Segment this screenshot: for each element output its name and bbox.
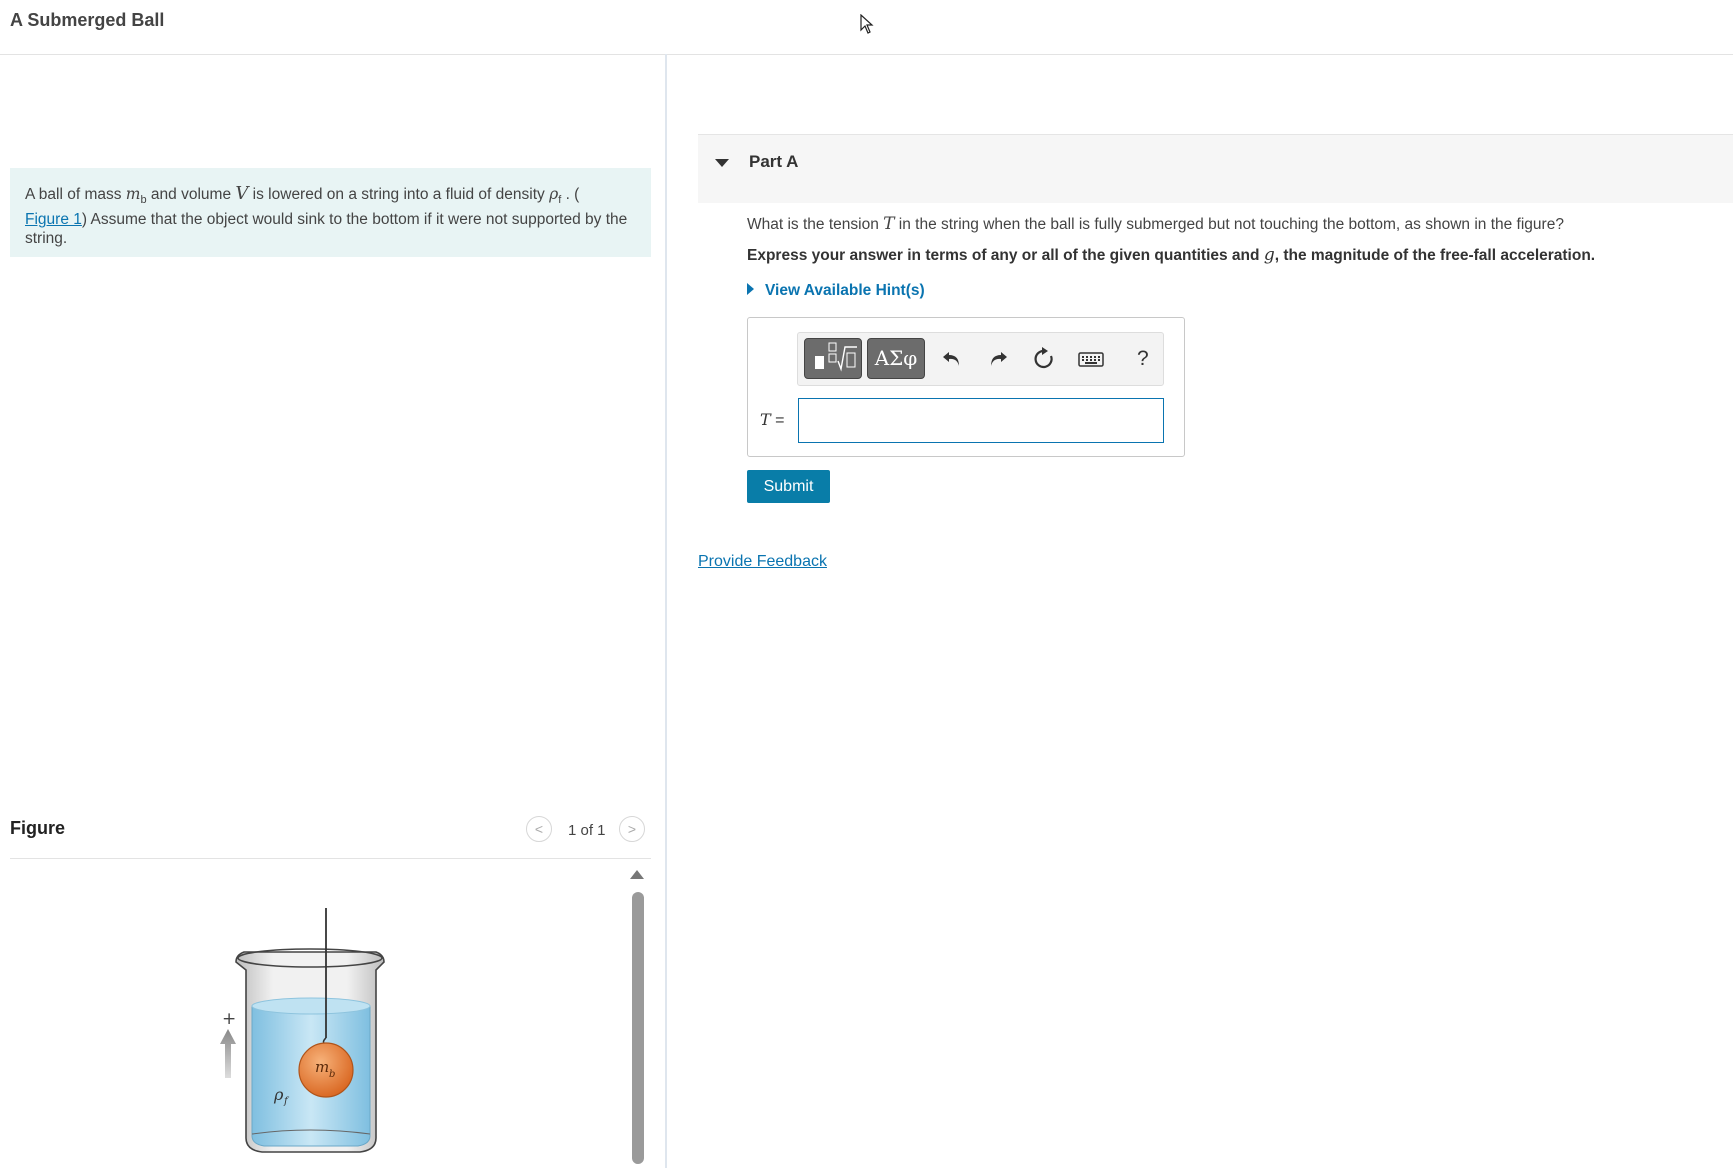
undo-icon[interactable]	[940, 347, 964, 371]
hints-label: View Available Hint(s)	[765, 282, 925, 299]
intro-text: A ball of mass	[25, 186, 126, 203]
figure-pager: 1 of 1	[568, 822, 606, 839]
panel-divider	[665, 54, 667, 1168]
density-symbol: ρ	[549, 185, 559, 203]
ball-label-subscript: b	[329, 1069, 335, 1080]
question-text-part: in the string when the ball is fully sub…	[894, 216, 1564, 233]
positive-direction-label: +	[222, 1009, 236, 1029]
ball-label: m	[315, 1058, 329, 1076]
figure-header: Figure < 1 of 1 >	[10, 816, 651, 859]
question-text: What is the tension T in the string when…	[747, 214, 1564, 234]
help-button[interactable]: ?	[1137, 347, 1149, 371]
tension-symbol: T	[883, 214, 895, 234]
answer-box: ΑΣφ ? T =	[747, 317, 1185, 457]
up-arrow-icon	[220, 1029, 236, 1078]
math-toolbar: ΑΣφ ?	[797, 332, 1164, 386]
reset-icon[interactable]	[1032, 347, 1056, 371]
mouse-cursor-icon	[860, 14, 874, 34]
view-hints-toggle[interactable]: View Available Hint(s)	[747, 282, 925, 300]
greek-symbols-button[interactable]: ΑΣφ	[867, 338, 925, 379]
instruction-text-part: , the magnitude of the free-fall acceler…	[1274, 247, 1596, 264]
keyboard-icon[interactable]	[1078, 347, 1104, 371]
answer-label-symbol: T	[760, 410, 771, 429]
part-label: Part A	[749, 152, 799, 171]
intro-text: . (	[561, 186, 580, 203]
provide-feedback-link[interactable]: Provide Feedback	[698, 553, 827, 571]
math-templates-button[interactable]	[804, 338, 862, 379]
intro-text: and volume	[146, 186, 236, 203]
answer-input[interactable]	[798, 398, 1164, 443]
fluid-density-label: ρ	[273, 1085, 284, 1104]
answer-label-equals: =	[770, 412, 785, 429]
volume-symbol: V	[235, 183, 249, 204]
answer-instruction: Express your answer in terms of any or a…	[747, 245, 1595, 265]
figure-prev-button[interactable]: <	[526, 816, 552, 842]
scroll-up-arrow[interactable]	[630, 870, 644, 879]
mass-symbol: m	[125, 185, 141, 203]
instruction-text-part: Express your answer in terms of any or a…	[747, 247, 1264, 264]
math-templates-icon	[815, 342, 857, 372]
collapse-caret-icon	[715, 159, 729, 167]
scrollbar-thumb[interactable]	[632, 892, 644, 1164]
expand-triangle-icon	[747, 282, 754, 295]
chevron-left-icon: <	[534, 821, 544, 837]
figure-link[interactable]: Figure 1	[25, 211, 82, 228]
gravity-symbol: g	[1263, 245, 1275, 265]
redo-icon[interactable]	[986, 347, 1010, 371]
intro-text: is lowered on a string into a fluid of d…	[248, 186, 550, 203]
chevron-right-icon: >	[627, 821, 637, 837]
answer-label: T =	[760, 410, 784, 430]
part-a-header[interactable]: Part A	[698, 134, 1733, 203]
page-title: A Submerged Ball	[10, 10, 165, 30]
question-text-part: What is the tension	[747, 216, 884, 233]
submit-button[interactable]: Submit	[747, 470, 830, 503]
figure-next-button[interactable]: >	[619, 816, 645, 842]
figure-image: m b ρ f +	[220, 908, 385, 1153]
figure-heading: Figure	[10, 818, 66, 838]
problem-intro: A ball of mass mb and volume V is lowere…	[10, 168, 651, 257]
intro-text: ) Assume that the object would sink to t…	[25, 211, 628, 248]
